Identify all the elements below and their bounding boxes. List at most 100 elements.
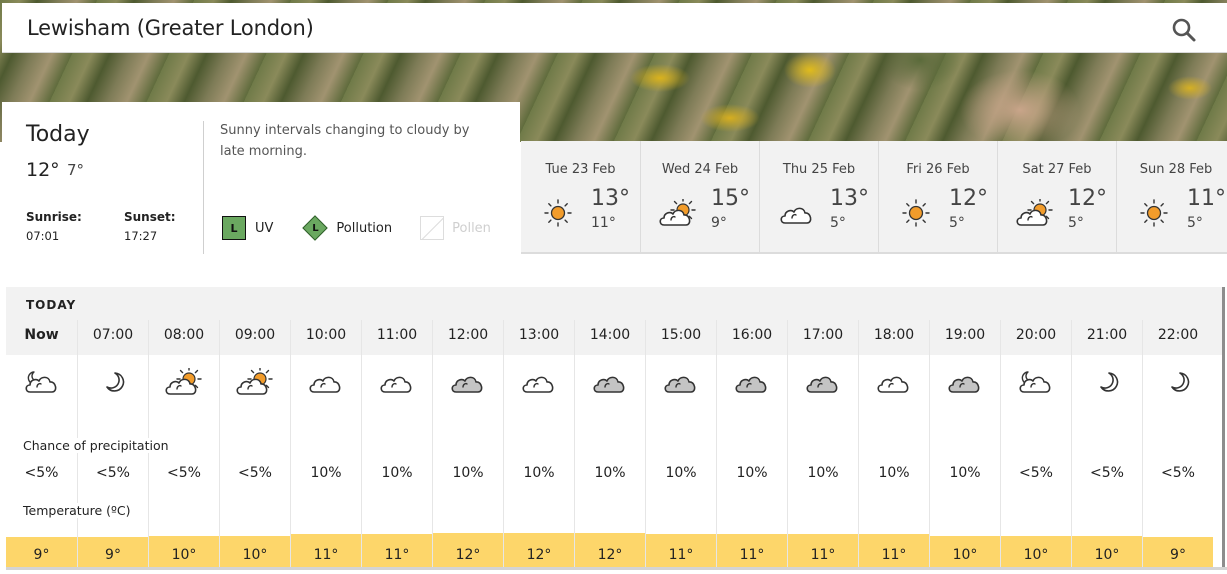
uv-badge[interactable]: L (222, 216, 246, 240)
temperature-value: 9° (105, 547, 121, 563)
forecast-day-high: 15° (711, 186, 750, 211)
hour-column[interactable]: 13:00 10% 12° (503, 320, 574, 568)
hour-column[interactable]: 10:00 10% 11° (290, 320, 361, 568)
hour-time: 18:00 (873, 327, 915, 343)
forecast-day-low: 9° (711, 215, 727, 231)
uv-label: UV (255, 220, 274, 236)
hour-time: 09:00 (234, 327, 276, 343)
sunny-intervals-icon (236, 366, 274, 396)
hour-column[interactable]: 17:00 10% 11° (787, 320, 858, 568)
hour-column[interactable]: 16:00 10% 11° (716, 320, 787, 568)
search-icon[interactable] (1171, 17, 1197, 43)
hour-column[interactable]: 14:00 10% 12° (574, 320, 645, 568)
forecast-day[interactable]: Thu 25 Feb 13° 5° (759, 141, 878, 252)
environment-badges: L UV L Pollution Pollen (222, 215, 491, 241)
forecast-day-low: 11° (591, 215, 616, 231)
forecast-day-label: Tue 23 Feb (545, 162, 616, 177)
forecast-day[interactable]: Sat 27 Feb 12° 5° (997, 141, 1116, 252)
white-cloud-icon (520, 368, 558, 396)
hour-time: 22:00 (1157, 327, 1199, 343)
pollen-label: Pollen (452, 220, 491, 236)
hourly-bottom-border (6, 567, 1227, 570)
forecast-day[interactable]: Sun 28 Feb 11° 5° (1116, 141, 1227, 252)
forecast-days: Tue 23 Feb 13° 11° Wed 24 Feb 15° 9° Thu 25 Fe… (521, 141, 1227, 254)
hour-time: 15:00 (660, 327, 702, 343)
clear-night-icon (1088, 368, 1126, 396)
sunset-label: Sunset: (124, 210, 176, 224)
forecast-day-low: 5° (1187, 215, 1203, 231)
hour-time: 12:00 (447, 327, 489, 343)
temperature-value: 11° (313, 547, 339, 563)
forecast-day-label: Fri 26 Feb (906, 162, 970, 177)
pollen-unavailable-icon (420, 216, 445, 240)
hour-column[interactable]: 19:00 10% 10° (929, 320, 1000, 568)
temperature-value: 11° (810, 547, 836, 563)
forecast-day-high: 11° (1187, 186, 1226, 211)
hour-column[interactable]: 15:00 10% 11° (645, 320, 716, 568)
pollution-label: Pollution (336, 220, 393, 236)
partly-cloudy-night-icon (1017, 368, 1055, 396)
hour-column[interactable]: 22:00 <5% 9° (1142, 320, 1213, 568)
hour-time: 17:00 (802, 327, 844, 343)
grey-cloud-icon (946, 368, 984, 396)
hour-column[interactable]: 20:00 <5% 10° (1000, 320, 1071, 568)
temperature-value: 11° (739, 547, 765, 563)
hour-time: 08:00 (163, 327, 205, 343)
sunset-time: 17:27 (124, 229, 158, 243)
pollution-level: L (312, 222, 319, 234)
forecast-day-label: Thu 25 Feb (782, 162, 856, 177)
clear-night-icon (94, 368, 132, 396)
precipitation-chance: <5% (1161, 465, 1195, 481)
hour-time: 13:00 (518, 327, 560, 343)
hour-time: 19:00 (944, 327, 986, 343)
precipitation-chance: <5% (167, 465, 201, 481)
sunrise-label: Sunrise: (26, 210, 82, 224)
grey-cloud-icon (804, 368, 842, 396)
precipitation-chance: 10% (452, 465, 484, 481)
today-title: Today (26, 122, 90, 147)
hourly-columns[interactable]: Now <5% 9° 07:00 <5% 9° 08:00 <5% 10° 09:00 <5% 10°… (6, 320, 1222, 568)
scrollbar[interactable] (1222, 287, 1225, 568)
grey-cloud-icon (662, 368, 700, 396)
temperature-value: 12° (597, 547, 623, 563)
precipitation-chance: <5% (1019, 465, 1053, 481)
precipitation-chance: 10% (665, 465, 697, 481)
forecast-day[interactable]: Tue 23 Feb 13° 11° (521, 141, 640, 252)
temperature-value: 10° (242, 547, 268, 563)
precipitation-chance: <5% (238, 465, 272, 481)
grey-cloud-icon (591, 368, 629, 396)
temperature-value: 10° (171, 547, 197, 563)
grey-cloud-icon (449, 368, 487, 396)
forecast-day[interactable]: Fri 26 Feb 12° 5° (878, 141, 997, 252)
temperature-value: 10° (1094, 547, 1120, 563)
grey-cloud-icon (733, 368, 771, 396)
forecast-day[interactable]: Wed 24 Feb 15° 9° (640, 141, 759, 252)
today-low-temp: 7° (67, 161, 85, 179)
temperature-value: 10° (1023, 547, 1049, 563)
today-summary: Sunny intervals changing to cloudy by la… (220, 123, 470, 159)
hour-column[interactable]: 12:00 10% 12° (432, 320, 503, 568)
pollution-badge[interactable]: L (302, 215, 329, 241)
precipitation-chance: 10% (310, 465, 342, 481)
hour-time: 10:00 (305, 327, 347, 343)
sunny-icon (539, 199, 573, 229)
forecast-day-low: 5° (1068, 215, 1084, 231)
white-cloud-icon (378, 368, 416, 396)
forecast-day-label: Wed 24 Feb (661, 162, 739, 177)
hourly-section-label: TODAY (26, 298, 77, 312)
forecast-day-low: 5° (830, 215, 846, 231)
today-panel[interactable]: Today 12° 7° Sunrise: 07:01 Sunset: 17:2… (2, 102, 520, 254)
sunrise-time: 07:01 (26, 229, 60, 243)
sunny-icon (897, 199, 931, 229)
hour-column[interactable]: 21:00 <5% 10° (1071, 320, 1142, 568)
precipitation-chance: 10% (381, 465, 413, 481)
precipitation-chance: <5% (96, 465, 130, 481)
clear-night-icon (1159, 368, 1197, 396)
hour-column[interactable]: 18:00 10% 11° (858, 320, 929, 568)
hour-time: 20:00 (1015, 327, 1057, 343)
hour-column[interactable]: 11:00 10% 11° (361, 320, 432, 568)
temperature-value: 12° (526, 547, 552, 563)
hour-column[interactable]: 09:00 <5% 10° (219, 320, 290, 568)
forecast-day-high: 13° (830, 186, 869, 211)
location-search-bar[interactable]: Lewisham (Greater London) (2, 3, 1227, 53)
